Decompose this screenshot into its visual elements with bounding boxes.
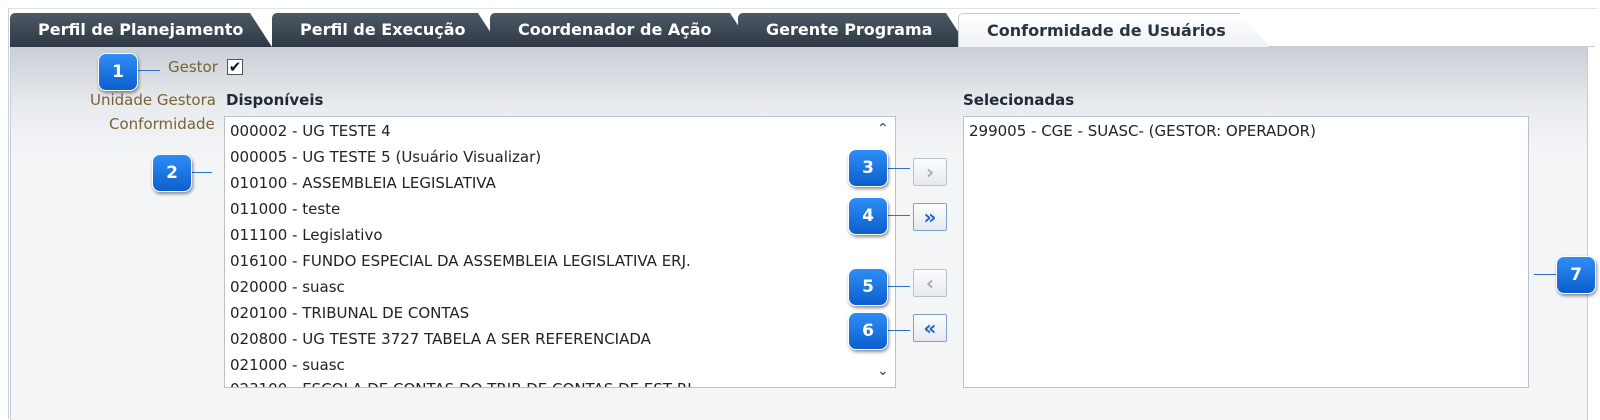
tab-perfil-execucao[interactable]: Perfil de Execução — [272, 13, 500, 47]
chevron-right-icon: › — [925, 160, 935, 184]
tab-label: Conformidade de Usuários — [987, 21, 1226, 40]
remove-selected-button[interactable]: ‹ — [913, 269, 947, 297]
scroll-down-icon[interactable]: ⌄ — [877, 363, 889, 379]
double-chevron-right-icon: » — [923, 205, 937, 229]
unidade-gestora-label: Unidade Gestora — [90, 91, 216, 109]
callout-badge-5: 5 — [848, 268, 888, 306]
conformidade-label: Conformidade — [109, 115, 215, 133]
available-heading: Disponíveis — [226, 91, 324, 109]
gestor-label: Gestor — [168, 58, 218, 76]
list-item[interactable]: 299005 - CGE - SUASC- (GESTOR: OPERADOR) — [969, 122, 1316, 140]
badge-6-connector — [886, 330, 910, 331]
callout-badge-2: 2 — [152, 154, 192, 192]
chevron-left-icon: ‹ — [925, 271, 935, 295]
list-item[interactable]: 010100 - ASSEMBLEIA LEGISLATIVA — [230, 174, 496, 192]
check-icon: ✔ — [228, 58, 242, 76]
tab-conformidade-usuarios[interactable]: Conformidade de Usuários — [958, 13, 1270, 47]
tab-label: Coordenador de Ação — [518, 20, 712, 39]
remove-all-button[interactable]: « — [913, 314, 947, 342]
tab-label: Perfil de Execução — [300, 20, 466, 39]
list-item[interactable]: 020800 - UG TESTE 3727 TABELA A SER REFE… — [230, 330, 651, 348]
double-chevron-left-icon: « — [923, 316, 937, 340]
selected-heading: Selecionadas — [963, 91, 1075, 109]
badge-2-connector — [192, 172, 212, 173]
callout-badge-6: 6 — [848, 312, 888, 350]
badge-3-connector — [886, 168, 910, 169]
badge-1-connector — [138, 70, 160, 71]
list-item[interactable]: 020000 - suasc — [230, 278, 345, 296]
tab-coordenador-acao[interactable]: Coordenador de Ação — [490, 13, 752, 47]
list-item[interactable]: 000002 - UG TESTE 4 — [230, 122, 391, 140]
tab-label: Perfil de Planejamento — [38, 20, 244, 39]
list-item[interactable]: 011000 - teste — [230, 200, 340, 218]
tab-label: Gerente Programa — [766, 20, 933, 39]
badge-5-connector — [886, 286, 910, 287]
callout-badge-3: 3 — [848, 149, 888, 187]
list-item[interactable]: 011100 - Legislativo — [230, 226, 383, 244]
list-item[interactable]: 000005 - UG TESTE 5 (Usuário Visualizar) — [230, 148, 541, 166]
list-item[interactable]: 023100 - ESCOLA DE CONTAS DO TRIB DE CON… — [230, 380, 692, 387]
move-all-button[interactable]: » — [913, 203, 947, 231]
callout-badge-7: 7 — [1556, 256, 1596, 294]
scroll-up-icon[interactable]: ⌃ — [877, 121, 889, 137]
selected-listbox[interactable]: 299005 - CGE - SUASC- (GESTOR: OPERADOR) — [963, 116, 1529, 388]
available-listbox[interactable]: 000002 - UG TESTE 4 000005 - UG TESTE 5 … — [224, 116, 896, 388]
badge-4-connector — [886, 215, 910, 216]
callout-badge-4: 4 — [848, 197, 888, 235]
gestor-checkbox[interactable]: ✔ — [227, 59, 243, 75]
list-item[interactable]: 020100 - TRIBUNAL DE CONTAS — [230, 304, 469, 322]
list-item[interactable]: 016100 - FUNDO ESPECIAL DA ASSEMBLEIA LE… — [230, 252, 691, 270]
list-item[interactable]: 021000 - suasc — [230, 356, 345, 374]
callout-badge-1: 1 — [98, 53, 138, 91]
tab-perfil-planejamento[interactable]: Perfil de Planejamento — [10, 13, 272, 47]
tab-gerente-programa[interactable]: Gerente Programa — [738, 13, 968, 47]
tab-bar: Perfil de Planejamento Perfil de Execuçã… — [10, 13, 1590, 47]
move-selected-button[interactable]: › — [913, 158, 947, 186]
